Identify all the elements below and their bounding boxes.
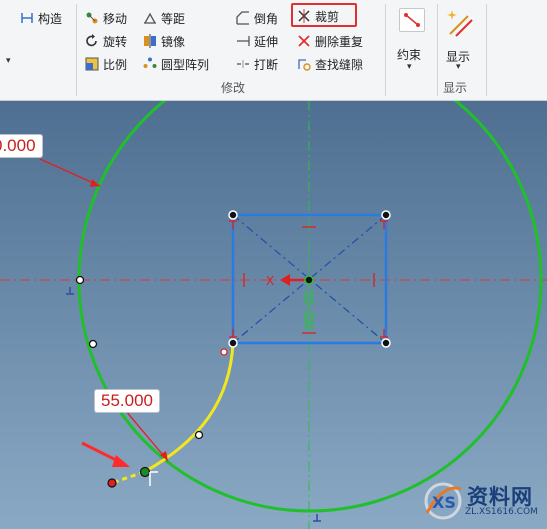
vertex-point bbox=[228, 338, 238, 348]
axis-x-glyph: X bbox=[266, 274, 274, 288]
yellow-dashed-segment bbox=[111, 470, 145, 485]
constraint-icon bbox=[399, 8, 425, 32]
mirror-tool[interactable]: 镜像 bbox=[143, 31, 185, 51]
separator bbox=[437, 4, 438, 96]
dimension-leader bbox=[39, 158, 101, 187]
watermark-url: ZL.XS1616.COM bbox=[465, 507, 538, 517]
chamfer-icon bbox=[236, 11, 250, 25]
trim-label: 裁剪 bbox=[315, 9, 340, 24]
trim-icon bbox=[297, 9, 311, 23]
circle-point bbox=[75, 275, 85, 285]
mirror-icon bbox=[143, 34, 157, 48]
display-button[interactable]: 显示 ▾ bbox=[442, 6, 482, 72]
trim-point bbox=[139, 466, 151, 478]
sketch-canvas[interactable]: X .000 55.000 XS 资料网 ZL.XS1616.COM bbox=[0, 101, 547, 529]
break-icon bbox=[236, 57, 250, 71]
modify-group-label: 修改 bbox=[221, 81, 246, 95]
scale-icon bbox=[85, 57, 99, 71]
pointer-arrowhead bbox=[112, 455, 130, 467]
vertex-point bbox=[228, 210, 238, 220]
svg-text:XS: XS bbox=[432, 493, 456, 512]
find-gap-icon bbox=[297, 57, 311, 71]
break-label: 打断 bbox=[254, 57, 279, 72]
arrowhead bbox=[90, 179, 100, 187]
circular-array-icon bbox=[143, 57, 157, 71]
dimension-label-top[interactable]: 0.000 bbox=[0, 134, 43, 158]
center-arrowhead bbox=[280, 274, 290, 286]
delete-duplicate-label: 删除重复 bbox=[315, 34, 364, 49]
endpoint bbox=[107, 478, 117, 488]
trim-tool[interactable]: 裁剪 bbox=[297, 6, 339, 26]
move-label: 移动 bbox=[103, 11, 128, 26]
watermark-logo: XS 资料网 ZL.XS1616.COM bbox=[421, 479, 541, 523]
sketch-geometry: X bbox=[0, 101, 547, 529]
display-icon bbox=[446, 8, 474, 38]
extend-tool[interactable]: 延伸 bbox=[236, 31, 278, 51]
extend-icon bbox=[236, 34, 250, 48]
delete-duplicate-tool[interactable]: 删除重复 bbox=[297, 31, 363, 51]
arc-start-point bbox=[220, 348, 228, 356]
circular-array-label: 圆型阵列 bbox=[161, 57, 210, 72]
separator bbox=[486, 4, 487, 96]
construct-label: 构造 bbox=[38, 11, 63, 26]
scale-tool[interactable]: 比例 bbox=[85, 54, 127, 74]
vertex-point bbox=[381, 210, 391, 220]
center-point bbox=[304, 275, 314, 285]
dropdown-arrow-icon: ▾ bbox=[407, 62, 412, 72]
find-gap-label: 查找缝隙 bbox=[315, 57, 364, 72]
circle-point bbox=[88, 339, 98, 349]
scale-label: 比例 bbox=[103, 57, 128, 72]
rotate-icon bbox=[85, 34, 99, 48]
move-icon bbox=[85, 11, 99, 25]
chamfer-tool[interactable]: 倒角 bbox=[236, 8, 278, 28]
find-gap-tool[interactable]: 查找缝隙 bbox=[297, 54, 363, 74]
constraint-button[interactable]: 约束 ▾ bbox=[391, 6, 435, 72]
ribbon-toolbar: 构造 ▾ 移动 旋转 比例 等距 镜像 圆型阵列 倒角 延伸 打断 裁剪 删除重… bbox=[0, 0, 547, 101]
display-group-label: 显示 bbox=[443, 81, 468, 95]
dropdown-arrow-icon[interactable]: ▾ bbox=[6, 56, 11, 66]
mirror-label: 镜像 bbox=[161, 34, 186, 49]
equidistant-tool[interactable]: 等距 bbox=[143, 8, 185, 28]
cursor-crosshair bbox=[149, 471, 158, 486]
circular-array-tool[interactable]: 圆型阵列 bbox=[143, 54, 209, 74]
separator bbox=[76, 4, 77, 96]
arc-point bbox=[194, 430, 204, 440]
delete-duplicate-icon bbox=[297, 34, 311, 48]
extend-label: 延伸 bbox=[254, 34, 279, 49]
rotate-label: 旋转 bbox=[103, 34, 128, 49]
watermark-swoosh-icon: XS bbox=[424, 482, 462, 520]
equidistant-label: 等距 bbox=[161, 11, 186, 26]
dimension-label-arc[interactable]: 55.000 bbox=[94, 389, 160, 413]
rotate-tool[interactable]: 旋转 bbox=[85, 31, 127, 51]
constraint-label: 约束 bbox=[397, 48, 422, 62]
dropdown-arrow-icon: ▾ bbox=[456, 62, 461, 72]
offset-icon bbox=[143, 11, 157, 25]
separator bbox=[385, 4, 386, 96]
construct-icon bbox=[20, 11, 34, 25]
large-circle bbox=[77, 101, 543, 513]
move-tool[interactable]: 移动 bbox=[85, 8, 127, 28]
break-tool[interactable]: 打断 bbox=[236, 54, 278, 74]
chamfer-label: 倒角 bbox=[254, 11, 279, 26]
construct-tool[interactable]: 构造 bbox=[20, 8, 62, 28]
vertex-point bbox=[381, 338, 391, 348]
